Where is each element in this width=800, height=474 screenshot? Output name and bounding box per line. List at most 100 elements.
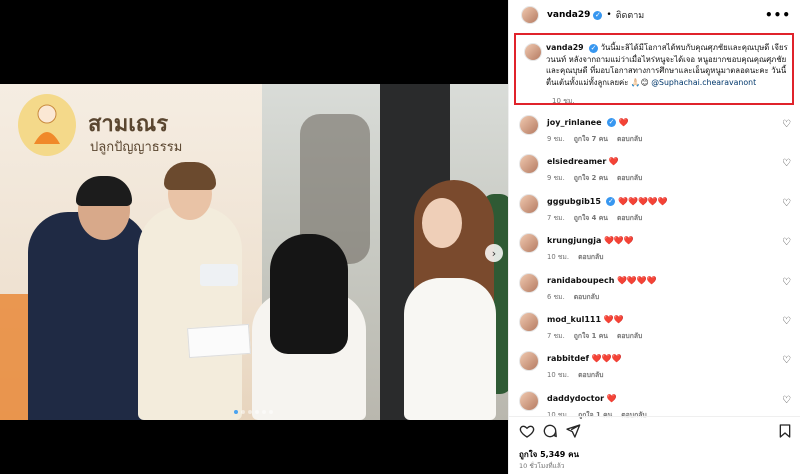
post-side-panel: vanda29 ✓ • ติดตาม ••• vanda29 ✓ วันนี้ม…: [508, 0, 800, 474]
comment-likes-link[interactable]: ถูกใจ 1 คน: [578, 409, 612, 420]
follow-button[interactable]: ติดตาม: [616, 8, 645, 22]
like-comment-heart-icon[interactable]: ♡: [782, 158, 791, 169]
bookmark-icon[interactable]: [777, 423, 793, 439]
comment-time: 9 ชม.: [547, 174, 565, 183]
comment-time: 7 ชม.: [547, 213, 565, 222]
more-options-icon[interactable]: •••: [765, 8, 791, 22]
carousel-dot: [269, 410, 273, 414]
avatar[interactable]: [519, 311, 539, 332]
person-woman-white-face: [422, 198, 462, 248]
reply-button[interactable]: ตอบกลับ: [621, 409, 646, 420]
person-man: [28, 212, 148, 420]
avatar[interactable]: [519, 193, 539, 214]
comment-body: ❤️❤️❤️: [603, 236, 634, 246]
like-comment-heart-icon[interactable]: ♡: [782, 355, 791, 366]
monk-icon: [34, 104, 60, 144]
comment-item: krungjungja ❤️❤️❤️ 10 ชม. ตอบกลับ ♡: [509, 230, 800, 269]
comment-time: 10 ชม.: [547, 371, 570, 380]
person-woman-white: [404, 278, 496, 420]
avatar[interactable]: [519, 233, 539, 254]
comment-username[interactable]: daddydoctor: [547, 394, 604, 403]
comment-body: ❤️: [606, 393, 617, 403]
comment-likes-link[interactable]: ถูกใจ 2 คน: [574, 172, 608, 183]
caption-username[interactable]: vanda29: [546, 43, 584, 52]
comment-username[interactable]: gggubgib15: [547, 197, 601, 206]
heart-icon[interactable]: [519, 423, 535, 439]
comment-text: ranidaboupech ❤️❤️❤️❤️: [547, 276, 657, 285]
banner-subtitle: ปลูกปัญญาธรรม: [90, 140, 183, 155]
comment-username[interactable]: joy_rinlanee: [547, 118, 602, 127]
comment-meta: 7 ชม. ถูกใจ 4 คน ตอบกลับ: [547, 212, 642, 223]
comment-likes-link[interactable]: ถูกใจ 4 คน: [574, 212, 608, 223]
post-timestamp: 10 ชั่วโมงที่แล้ว: [519, 462, 565, 470]
like-comment-heart-icon[interactable]: ♡: [782, 316, 791, 327]
avatar[interactable]: [524, 43, 542, 61]
comment-username[interactable]: mod_kul111: [547, 315, 601, 324]
reply-button[interactable]: ตอบกลับ: [617, 133, 642, 144]
caption-mention-link[interactable]: @Suphachai.chearavanont: [651, 78, 756, 87]
reply-button[interactable]: ตอบกลับ: [617, 212, 642, 223]
comment-likes-link[interactable]: ถูกใจ 1 คน: [574, 330, 608, 341]
comment-item: ranidaboupech ❤️❤️❤️❤️ 6 ชม. ตอบกลับ ♡: [509, 270, 800, 309]
comment-body: ❤️❤️❤️: [591, 354, 622, 364]
reply-button[interactable]: ตอบกลับ: [574, 291, 599, 302]
comment-username[interactable]: rabbitdef: [547, 354, 589, 363]
comment-time: 6 ชม.: [547, 292, 565, 301]
post-media: สามเณร ปลูกปัญญาธรรม ›: [0, 0, 508, 474]
post-photo: สามเณร ปลูกปัญญาธรรม: [0, 84, 508, 420]
comment-meta: 6 ชม. ตอบกลับ: [547, 291, 599, 302]
person-woman-dress: [138, 206, 242, 420]
comment-text: gggubgib15 ✓ ❤️❤️❤️❤️❤️: [547, 196, 668, 206]
comment-meta: 10 ชม. ถูกใจ 1 คน ตอบกลับ: [547, 409, 647, 420]
reply-button[interactable]: ตอบกลับ: [578, 251, 603, 262]
avatar[interactable]: [521, 6, 539, 24]
post-actions: [519, 423, 793, 441]
avatar[interactable]: [519, 390, 539, 411]
like-comment-heart-icon[interactable]: ♡: [782, 237, 791, 248]
caption-time: 10 ชม.: [552, 97, 575, 105]
caption-highlight: vanda29 ✓ วันนี้มะลิได้มีโอกาสได้พบกับคุ…: [514, 33, 794, 105]
next-slide-button[interactable]: ›: [485, 244, 503, 262]
avatar[interactable]: [519, 351, 539, 372]
comment-text: rabbitdef ❤️❤️❤️: [547, 354, 621, 363]
likes-count[interactable]: ถูกใจ 5,349 คน: [519, 448, 579, 461]
comment-time: 10 ชม.: [547, 253, 570, 262]
verified-badge-icon: ✓: [589, 43, 599, 53]
comment-likes-link[interactable]: ถูกใจ 7 คน: [574, 133, 608, 144]
comment-username[interactable]: elsiedreamer: [547, 157, 606, 166]
avatar[interactable]: [519, 272, 539, 293]
reply-button[interactable]: ตอบกลับ: [578, 369, 603, 380]
share-icon[interactable]: [565, 423, 581, 439]
comment-meta: 9 ชม. ถูกใจ 2 คน ตอบกลับ: [547, 172, 642, 183]
carousel-dot: [234, 410, 238, 414]
like-comment-heart-icon[interactable]: ♡: [782, 198, 791, 209]
comment-meta: 10 ชม. ตอบกลับ: [547, 369, 603, 380]
comment-item: rabbitdef ❤️❤️❤️ 10 ชม. ตอบกลับ ♡: [509, 348, 800, 387]
comment-item: joy_rinlanee ✓ ❤️ 9 ชม. ถูกใจ 7 คน ตอบกลับ…: [509, 112, 800, 151]
like-comment-heart-icon[interactable]: ♡: [782, 277, 791, 288]
reply-button[interactable]: ตอบกลับ: [617, 172, 642, 183]
comment-icon[interactable]: [542, 423, 558, 439]
comment-meta: 9 ชม. ถูกใจ 7 คน ตอบกลับ: [547, 133, 642, 144]
reply-button[interactable]: ตอบกลับ: [617, 330, 642, 341]
comment-body: ❤️: [608, 157, 619, 167]
comment-item: elsiedreamer ❤️ 9 ชม. ถูกใจ 2 คน ตอบกลับ ♡: [509, 151, 800, 190]
header-username[interactable]: vanda29: [547, 10, 590, 20]
person-woman-dress-hair: [164, 162, 216, 190]
avatar[interactable]: [519, 115, 539, 135]
comment-text: krungjungja ❤️❤️❤️: [547, 236, 634, 245]
comment-item: daddydoctor ❤️ 10 ชม. ถูกใจ 1 คน ตอบกลับ ♡: [509, 388, 800, 427]
verified-badge-icon: ✓: [607, 118, 617, 127]
avatar[interactable]: [519, 154, 539, 175]
comment-username[interactable]: ranidaboupech: [547, 276, 614, 285]
comment-text: daddydoctor ❤️: [547, 394, 617, 403]
comment-username[interactable]: krungjungja: [547, 236, 601, 245]
like-comment-heart-icon[interactable]: ♡: [782, 395, 791, 406]
comment-text: elsiedreamer ❤️: [547, 157, 619, 166]
like-comment-heart-icon[interactable]: ♡: [782, 119, 791, 130]
letter-paper: [187, 323, 251, 359]
comment-meta: 10 ชม. ตอบกลับ: [547, 251, 603, 262]
carousel-dot: [248, 410, 252, 414]
comment-time: 9 ชม.: [547, 135, 565, 143]
comment-body: ❤️: [618, 118, 629, 127]
